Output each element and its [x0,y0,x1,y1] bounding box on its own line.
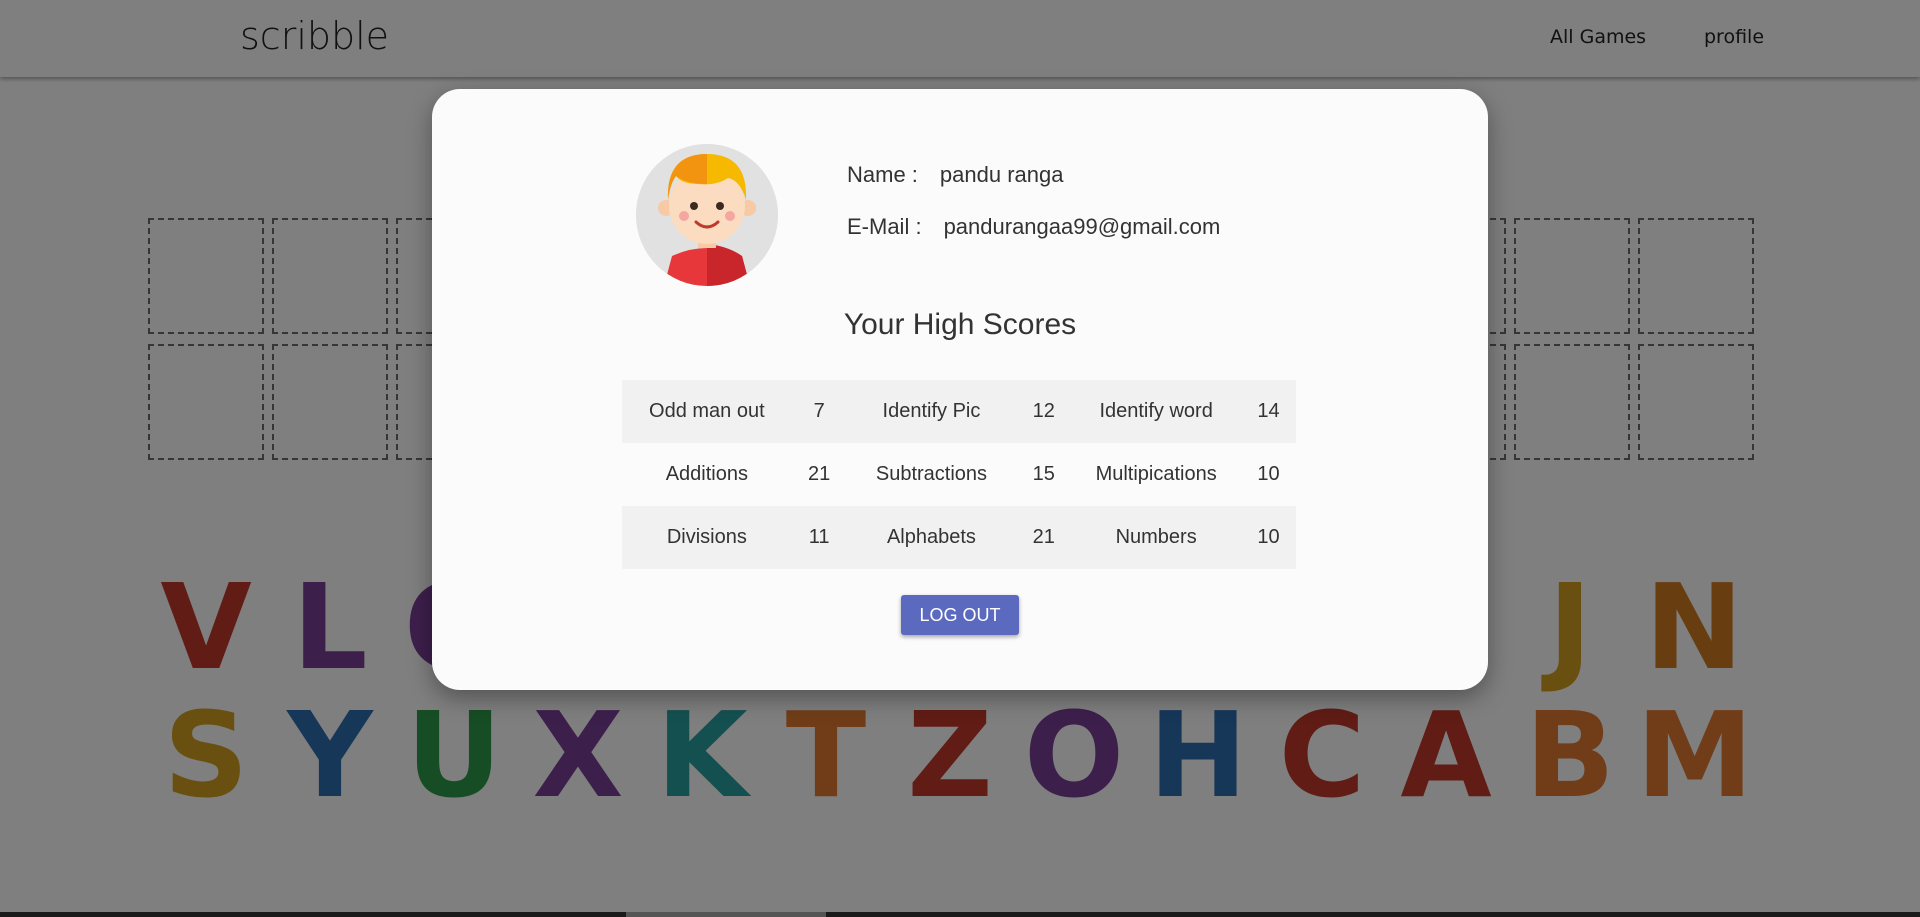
name-label: Name : [847,162,918,187]
table-row: Odd man out 7 Identify Pic 12 Identify w… [622,380,1296,443]
game-name: Divisions [666,526,747,548]
game-name: Numbers [1115,526,1197,548]
game-name: Odd man out [649,400,765,422]
table-row: Divisions 11 Alphabets 21 Numbers 10 [622,506,1296,569]
boy-avatar-icon [636,144,778,286]
game-score: 14 [1257,400,1280,422]
game-score: 21 [1032,526,1055,548]
game-name: Additions [665,463,748,485]
game-score: 15 [1032,463,1055,485]
email-label: E-Mail : [847,214,922,239]
game-score: 7 [813,400,825,422]
game-name: Identify Pic [882,400,981,422]
game-name: Alphabets [886,526,976,548]
name-row: Name : pandu ranga [847,162,1063,188]
email-value: pandurangaa99@gmail.com [943,214,1221,239]
profile-modal: Name : pandu ranga E-Mail : pandurangaa99@… [432,89,1488,690]
email-row: E-Mail : pandurangaa99@gmail.com [847,214,1220,240]
game-name: Multipications [1095,463,1217,485]
game-score: 10 [1257,463,1280,485]
game-name: Identify word [1099,400,1213,422]
game-score: 12 [1032,400,1055,422]
game-name: Subtractions [875,463,988,485]
bottom-bar-segment [626,912,826,917]
bottom-bar [0,912,1920,917]
high-scores-table: Odd man out 7 Identify Pic 12 Identify w… [622,380,1296,569]
logout-button[interactable]: LOG OUT [901,595,1019,635]
table-row: Additions 21 Subtractions 15 Multipicati… [622,443,1296,506]
game-score: 11 [808,526,830,548]
name-value: pandu ranga [939,162,1064,187]
game-score: 21 [808,463,831,485]
high-scores-heading: Your High Scores [843,308,1077,341]
game-score: 10 [1257,526,1280,548]
